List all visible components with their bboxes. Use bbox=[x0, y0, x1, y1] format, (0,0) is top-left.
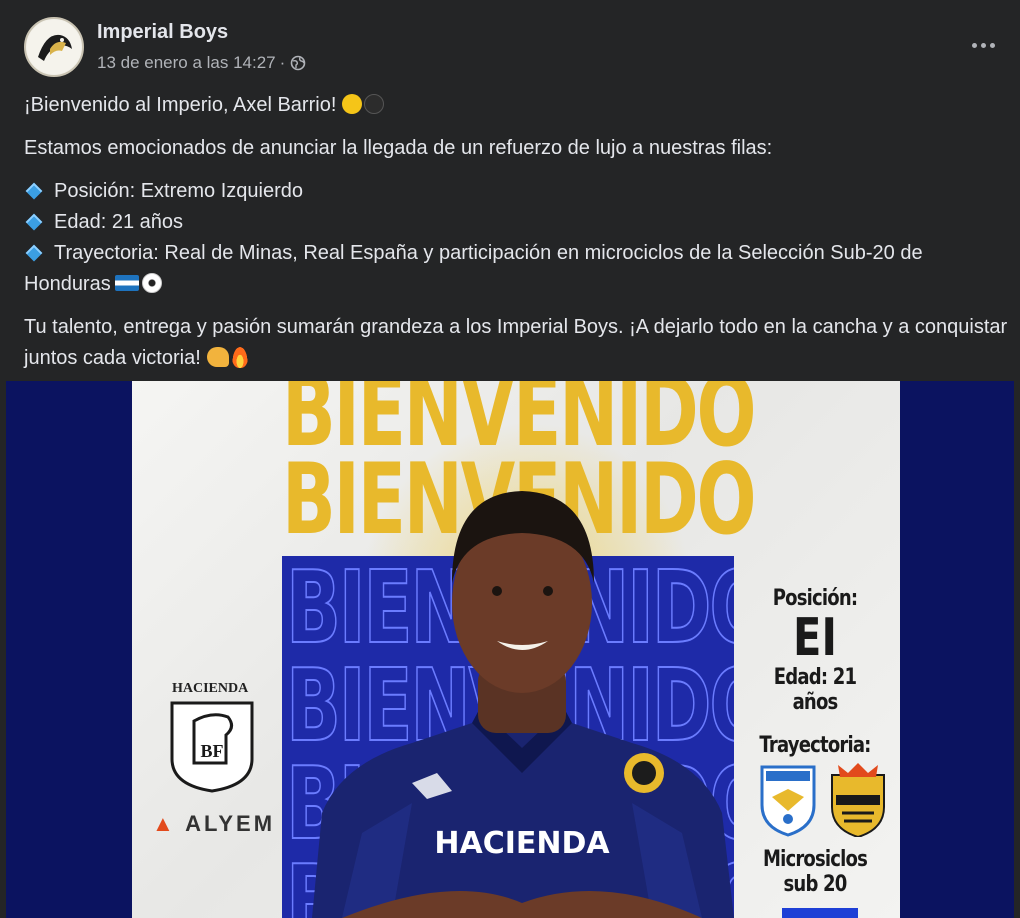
yellow-circle-icon bbox=[342, 94, 363, 115]
position-value: EI bbox=[793, 608, 837, 668]
soccer-ball-icon bbox=[141, 273, 162, 294]
age-label: Edad: 21 años bbox=[773, 665, 857, 715]
fire-icon bbox=[231, 346, 248, 369]
bullet-career: Trayectoria: Real de Minas, Real España … bbox=[24, 238, 1008, 269]
post-timestamp[interactable]: 13 de enero a las 14:27 bbox=[97, 53, 276, 73]
closing-paragraph: Tu talento, entrega y pasión sumarán gra… bbox=[24, 316, 1008, 369]
honduras-flag-icon bbox=[114, 275, 139, 292]
diamond-icon bbox=[25, 182, 43, 200]
poster-accent-bar bbox=[782, 908, 858, 918]
more-options-button[interactable] bbox=[966, 28, 1000, 62]
post-meta: 13 de enero a las 14:27 · bbox=[97, 52, 306, 74]
previous-clubs-crests bbox=[760, 763, 885, 837]
club-logo-icon bbox=[27, 20, 81, 74]
intro-paragraph: Estamos emocionados de anunciar la llega… bbox=[24, 137, 773, 159]
player-info: Posición: EI Edad: 21 años Trayectoria: bbox=[740, 586, 890, 758]
sponsor-name: HACIENDA bbox=[172, 681, 249, 696]
bullet-age: Edad: 21 años bbox=[24, 207, 1008, 238]
hacienda-logo: BF bbox=[170, 701, 254, 793]
sponsor-monogram: BF bbox=[200, 741, 223, 761]
career-label: Trayectoria: bbox=[759, 733, 871, 758]
career-note-2: sub 20 bbox=[783, 872, 848, 897]
flexed-biceps-icon bbox=[206, 347, 229, 368]
shirt-sponsor-text: HACIENDA bbox=[434, 826, 610, 861]
page-name[interactable]: Imperial Boys bbox=[97, 20, 228, 44]
diamond-icon bbox=[25, 213, 43, 231]
alyem-mark-icon: ▲ bbox=[152, 811, 177, 836]
post-image[interactable]: BIENVENIDO BIENVENIDO BIENVENIDO BIENVEN… bbox=[6, 381, 1014, 918]
facebook-post: Imperial Boys 13 de enero a las 14:27 · … bbox=[0, 0, 1020, 918]
poster-board: BIENVENIDO BIENVENIDO BIENVENIDO BIENVEN… bbox=[132, 381, 900, 918]
greeting-paragraph: ¡Bienvenido al Imperio, Axel Barrio! bbox=[24, 90, 1008, 121]
bullet-position: Posición: Extremo Izquierdo bbox=[24, 176, 1008, 207]
career-note-1: Microsiclos bbox=[762, 847, 868, 872]
black-circle-icon bbox=[364, 94, 385, 115]
page-avatar[interactable] bbox=[24, 17, 84, 77]
post-header: Imperial Boys 13 de enero a las 14:27 · bbox=[0, 0, 1020, 90]
career-notes: Microsiclos sub 20 bbox=[740, 847, 890, 897]
bullet-career-continuation: Honduras bbox=[24, 269, 1008, 300]
real-de-minas-crest-icon bbox=[760, 765, 816, 837]
player-photo: HACIENDA bbox=[312, 491, 734, 918]
meta-separator: · bbox=[279, 53, 286, 72]
alyem-logo: ▲ ALYEM bbox=[152, 811, 276, 836]
real-espana-crest-icon bbox=[831, 763, 885, 837]
globe-icon[interactable] bbox=[290, 55, 306, 71]
diamond-icon bbox=[25, 244, 43, 262]
post-text: ¡Bienvenido al Imperio, Axel Barrio! Est… bbox=[24, 90, 1008, 374]
more-horizontal-icon bbox=[971, 42, 995, 48]
